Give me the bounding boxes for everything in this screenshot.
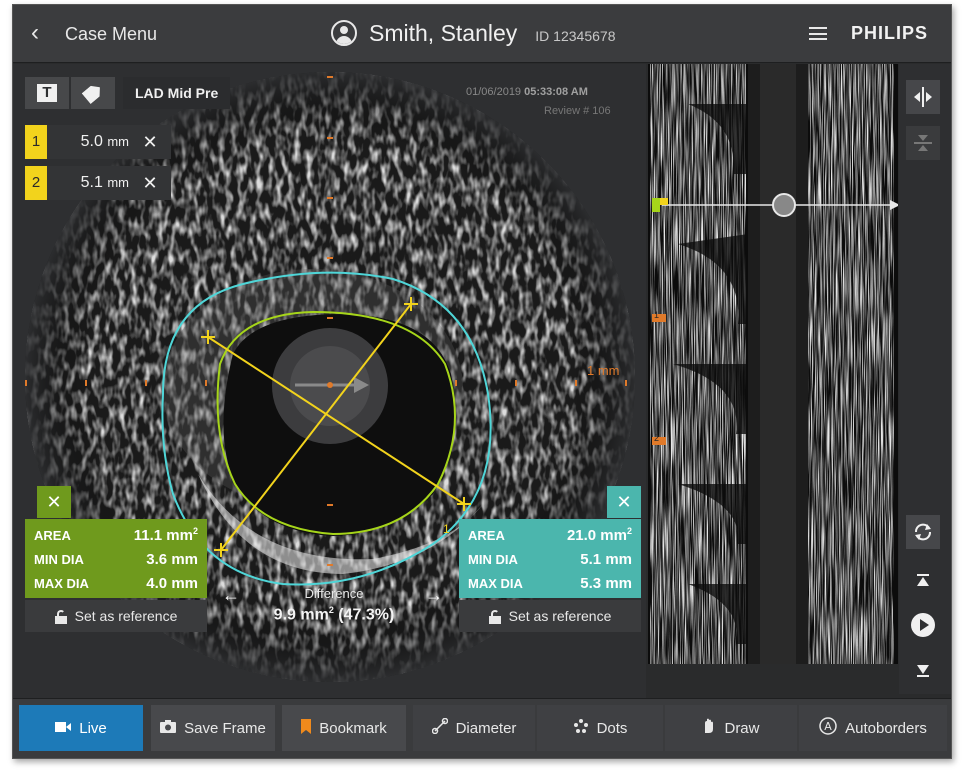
menu-icon[interactable] — [809, 27, 827, 40]
compress-icon — [914, 135, 932, 151]
bookmark-button[interactable]: Bookmark — [282, 705, 406, 751]
diameter-button[interactable]: Diameter — [413, 705, 535, 751]
camera-icon — [160, 719, 177, 737]
header-bar: ‹ Case Menu Smith, Stanley ID 12345678 P… — [13, 5, 951, 63]
play-icon — [911, 613, 935, 637]
bookmark-1-label: 1 — [654, 310, 660, 320]
stat-row: MAX DIA 4.0 mm — [34, 574, 198, 592]
dots-icon — [573, 718, 589, 738]
save-frame-button[interactable]: Save Frame — [151, 705, 275, 751]
difference-readout: Difference 9.9 mm2 (47.3%) — [225, 586, 443, 624]
bottom-toolbar: Live Save Frame Bookmark Diameter Dots D… — [13, 698, 951, 758]
frame-date: 01/06/2019 — [466, 86, 522, 98]
measurement-index: 1 — [25, 125, 47, 159]
unlock-icon — [54, 609, 67, 624]
draw-button[interactable]: Draw — [665, 705, 797, 751]
autoborders-button[interactable]: A Autoborders — [799, 705, 947, 751]
go-to-end-button[interactable] — [906, 654, 940, 688]
text-annotation-button[interactable]: T — [25, 77, 69, 109]
vessel-stats: AREA 21.0 mm2 MIN DIA 5.1 mm MAX DIA 5.3 mm — [459, 519, 641, 598]
case-menu-button[interactable]: Case Menu — [65, 24, 157, 45]
measurement-index: 2 — [25, 166, 47, 200]
longitudinal-toolbar — [899, 64, 951, 694]
patient-name: Smith, Stanley — [369, 19, 518, 46]
bookmark-2-label: 2 — [654, 433, 660, 443]
frame-datetime: 01/06/2019 05:33:08 AM — [466, 86, 588, 98]
live-button[interactable]: Live — [19, 705, 143, 751]
remove-measurement-icon[interactable]: ✕ — [135, 173, 165, 194]
stat-row: MIN DIA 5.1 mm — [468, 550, 632, 568]
back-chevron-icon[interactable]: ‹ — [31, 21, 39, 45]
video-camera-icon — [55, 720, 72, 737]
autoborders-icon: A — [819, 717, 837, 739]
measurement-item[interactable]: 1 5.0 mm ✕ — [25, 125, 171, 159]
remove-measurement-icon[interactable]: ✕ — [135, 132, 165, 153]
close-vessel-panel-icon[interactable]: ✕ — [607, 486, 641, 518]
longitudinal-view[interactable]: 1 2 — [648, 64, 898, 664]
review-number: Review # 106 — [544, 105, 611, 117]
stat-row: MIN DIA 3.6 mm — [34, 550, 198, 568]
hand-draw-icon — [702, 718, 716, 738]
tag-button[interactable] — [71, 77, 115, 109]
dots-button[interactable]: Dots — [537, 705, 663, 751]
go-to-start-button[interactable] — [906, 563, 940, 597]
diameter-icon — [431, 717, 448, 738]
longitudinal-image — [648, 64, 898, 664]
set-reference-button[interactable]: Set as reference — [459, 600, 641, 632]
bookmark-icon — [301, 718, 312, 738]
segment-label: LAD Mid Pre — [123, 77, 231, 109]
stat-row: MAX DIA 5.3 mm — [468, 574, 632, 592]
stat-row: AREA 11.1 mm2 — [34, 526, 198, 544]
app-window: ‹ Case Menu Smith, Stanley ID 12345678 P… — [12, 4, 952, 759]
close-lumen-panel-icon[interactable]: ✕ — [37, 486, 71, 518]
difference-label: Difference — [304, 586, 364, 601]
patient-id: ID 12345678 — [535, 28, 616, 44]
endpoint-label: 1 — [443, 522, 450, 536]
split-view-button[interactable] — [906, 80, 940, 114]
brand-logo: PHILIPS — [851, 23, 929, 43]
frame-time: 05:33:08 AM — [524, 86, 588, 98]
difference-value: 9.9 mm2 (47.3%) — [273, 605, 395, 624]
compress-button[interactable] — [906, 126, 940, 160]
play-button[interactable] — [906, 608, 940, 642]
measurement-value: 5.1 mm — [80, 174, 129, 191]
unlock-icon — [488, 609, 501, 624]
patient-info: Smith, Stanley ID 12345678 — [331, 18, 615, 48]
rotate-icon — [915, 523, 931, 541]
svg-text:A: A — [824, 720, 832, 733]
rotate-button[interactable] — [906, 515, 940, 549]
scale-label: 1 mm — [587, 363, 620, 378]
split-view-icon — [914, 87, 932, 107]
patient-avatar-icon — [331, 20, 357, 46]
lumen-stats: AREA 11.1 mm2 MIN DIA 3.6 mm MAX DIA 4.0 mm — [25, 519, 207, 598]
skip-to-end-icon — [917, 665, 929, 677]
set-reference-button[interactable]: Set as reference — [25, 600, 207, 632]
measurement-value: 5.0 mm — [80, 133, 129, 150]
stat-row: AREA 21.0 mm2 — [468, 526, 632, 544]
tag-icon — [82, 82, 105, 104]
text-tool-icon: T — [37, 84, 57, 102]
skip-to-start-icon — [917, 574, 929, 586]
measurement-item[interactable]: 2 5.1 mm ✕ — [25, 166, 171, 200]
